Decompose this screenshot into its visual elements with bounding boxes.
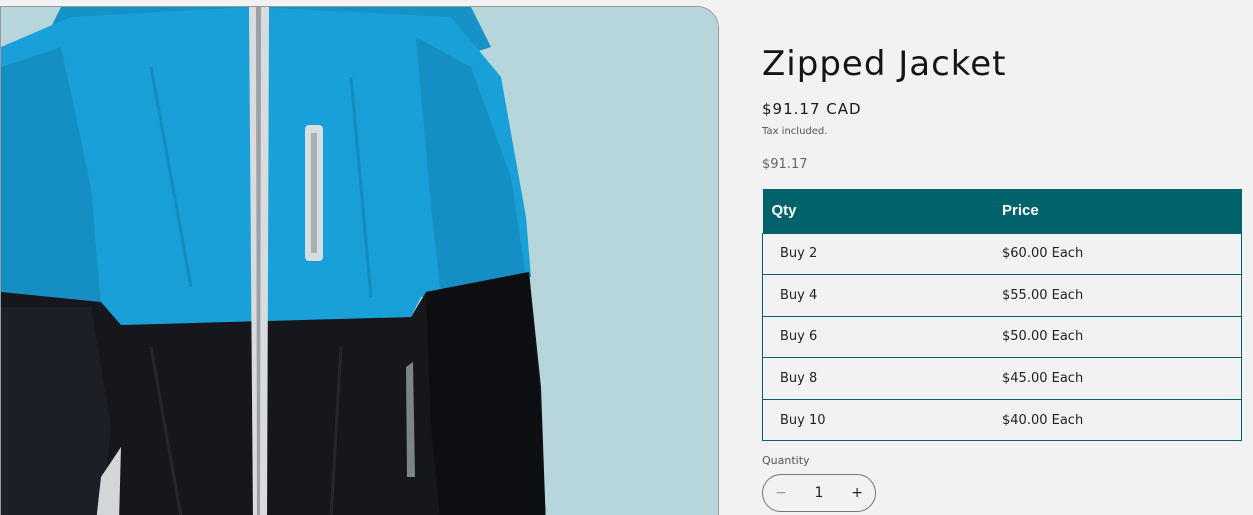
quantity-input[interactable]: 1	[815, 485, 824, 501]
tier-qty: Buy 6	[762, 315, 1002, 359]
table-header-row: Qty Price	[762, 189, 1242, 233]
header-qty: Qty	[762, 189, 1002, 233]
decrease-quantity-button[interactable]: −	[775, 485, 787, 501]
increase-quantity-button[interactable]: +	[851, 485, 863, 501]
tier-price: $45.00 Each	[1002, 357, 1242, 400]
tier-qty: Buy 2	[762, 232, 1002, 276]
tier-qty: Buy 10	[762, 398, 1002, 442]
volume-pricing-table: Qty Price Buy 2 $60.00 Each Buy 4 $55.00…	[762, 189, 1242, 442]
tier-price: $55.00 Each	[1002, 274, 1242, 317]
table-row: Buy 6 $50.00 Each	[762, 315, 1242, 359]
table-row: Buy 4 $55.00 Each	[762, 274, 1242, 317]
table-row: Buy 2 $60.00 Each	[762, 232, 1242, 276]
tax-note: Tax included.	[762, 126, 828, 137]
header-price: Price	[1002, 189, 1242, 233]
tier-price: $60.00 Each	[1002, 232, 1242, 276]
product-image[interactable]	[0, 6, 719, 515]
jacket-photo	[1, 7, 718, 515]
product-title: Zipped Jacket	[762, 44, 1007, 84]
unit-price: $91.17	[762, 157, 808, 172]
tier-price: $40.00 Each	[1002, 398, 1242, 442]
tier-qty: Buy 4	[762, 274, 1002, 317]
table-row: Buy 10 $40.00 Each	[762, 398, 1242, 442]
quantity-stepper: − 1 +	[762, 474, 876, 512]
product-price: $91.17 CAD	[762, 100, 862, 118]
table-row: Buy 8 $45.00 Each	[762, 357, 1242, 400]
quantity-label: Quantity	[762, 454, 810, 467]
tier-qty: Buy 8	[762, 357, 1002, 400]
tier-price: $50.00 Each	[1002, 315, 1242, 359]
